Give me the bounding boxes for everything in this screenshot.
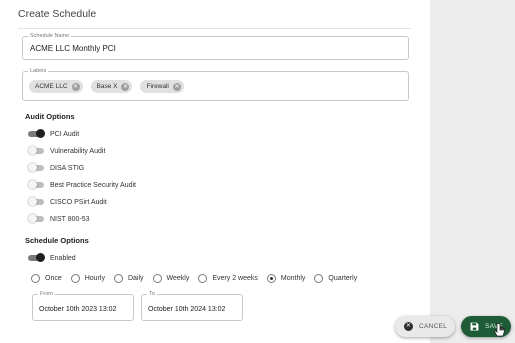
radio-button[interactable] — [198, 274, 208, 283]
audit-toggle-disa-stig[interactable]: DISA STIG — [28, 163, 84, 173]
chip-remove-icon[interactable]: ✕ — [71, 82, 80, 91]
to-date-value[interactable]: October 10th 2024 13:02 — [148, 306, 225, 313]
frequency-option-daily[interactable]: Daily — [113, 274, 144, 283]
audit-toggle-label: Vulnerability Audit — [50, 147, 106, 155]
chip-label: Firewall — [146, 83, 169, 90]
audit-toggle-cisco-psirt[interactable]: CISCO PSirt Audit — [28, 197, 107, 207]
audit-toggle-nist[interactable]: NIST 800-53 — [28, 214, 90, 224]
frequency-option-hourly[interactable]: Hourly — [70, 274, 105, 283]
label-chips: ACME LLC ✕ Base X ✕ Firewall ✕ — [29, 80, 184, 93]
radio-label: Once — [45, 275, 62, 282]
radio-button[interactable] — [113, 274, 123, 283]
from-date-field[interactable]: From October 10th 2023 13:02 — [32, 291, 134, 321]
audit-toggle-vulnerability[interactable]: Vulnerability Audit — [28, 146, 105, 156]
audit-toggle-label: Best Practice Security Audit — [50, 181, 136, 189]
toggle-switch[interactable] — [28, 146, 45, 156]
audit-toggle-label: PCI Audit — [50, 130, 80, 138]
toggle-switch[interactable] — [28, 129, 45, 139]
radio-label: Monthly — [280, 275, 306, 282]
labels-label: Labels — [28, 68, 49, 75]
audit-options-heading: Audit Options — [25, 112, 75, 121]
toggle-switch[interactable] — [28, 180, 45, 190]
chip-label: ACME LLC — [35, 83, 68, 90]
from-label: From — [38, 291, 55, 298]
audit-toggle-best-practice[interactable]: Best Practice Security Audit — [28, 180, 136, 190]
schedule-enabled-toggle[interactable]: Enabled — [28, 253, 76, 263]
chip-remove-icon[interactable]: ✕ — [121, 82, 130, 91]
cancel-button[interactable]: ✕ CANCEL — [395, 316, 455, 337]
frequency-option-every-2-weeks[interactable]: Every 2 weeks — [198, 274, 258, 283]
toggle-switch[interactable] — [28, 253, 45, 263]
mouse-cursor-icon — [494, 323, 505, 337]
radio-label: Hourly — [84, 275, 105, 282]
toggle-switch[interactable] — [28, 197, 45, 207]
label-chip[interactable]: ACME LLC ✕ — [29, 80, 83, 93]
radio-label: Quarterly — [328, 275, 358, 282]
frequency-option-quarterly[interactable]: Quarterly — [314, 274, 357, 283]
radio-label: Weekly — [166, 275, 190, 282]
chip-label: Base X — [96, 83, 118, 90]
enabled-label: Enabled — [50, 254, 76, 262]
radio-button[interactable] — [266, 274, 276, 283]
cancel-icon: ✕ — [404, 322, 413, 331]
audit-toggle-label: DISA STIG — [50, 164, 85, 172]
schedule-options-heading: Schedule Options — [25, 236, 89, 245]
radio-button[interactable] — [152, 274, 162, 283]
to-label: To — [147, 291, 157, 298]
background-overlay — [430, 0, 515, 343]
toggle-switch[interactable] — [28, 163, 45, 173]
radio-button[interactable] — [31, 274, 40, 283]
create-schedule-panel: Create Schedule Schedule Name ACME LLC M… — [0, 0, 430, 343]
schedule-name-field[interactable]: Schedule Name ACME LLC Monthly PCI — [22, 33, 409, 60]
label-chip[interactable]: Firewall ✕ — [140, 80, 184, 93]
chip-remove-icon[interactable]: ✕ — [172, 82, 181, 91]
title-divider — [18, 28, 411, 29]
to-date-field[interactable]: To October 10th 2024 13:02 — [141, 291, 243, 321]
save-icon — [470, 322, 479, 331]
cancel-label: CANCEL — [419, 323, 448, 330]
audit-toggle-label: NIST 800-53 — [50, 215, 90, 223]
label-chip[interactable]: Base X ✕ — [90, 80, 133, 93]
radio-label: Daily — [127, 275, 144, 282]
audit-toggle-label: CISCO PSirt Audit — [50, 198, 107, 206]
radio-button[interactable] — [70, 274, 80, 283]
frequency-option-monthly[interactable]: Monthly — [266, 274, 306, 283]
radio-label: Every 2 weeks — [212, 275, 258, 282]
from-date-value[interactable]: October 10th 2023 13:02 — [39, 306, 116, 313]
labels-field[interactable]: Labels ACME LLC ✕ Base X ✕ Firewall ✕ — [22, 68, 409, 101]
frequency-radio-group: Once Hourly Daily Weekly Every 2 weeks M… — [31, 274, 357, 283]
frequency-option-once[interactable]: Once — [31, 274, 62, 283]
radio-button[interactable] — [314, 274, 324, 283]
frequency-option-weekly[interactable]: Weekly — [152, 274, 190, 283]
schedule-name-label: Schedule Name — [28, 33, 72, 40]
toggle-switch[interactable] — [28, 214, 45, 224]
schedule-name-value[interactable]: ACME LLC Monthly PCI — [30, 44, 116, 53]
audit-toggle-pci[interactable]: PCI Audit — [28, 129, 79, 139]
dialog-title: Create Schedule — [18, 8, 97, 20]
